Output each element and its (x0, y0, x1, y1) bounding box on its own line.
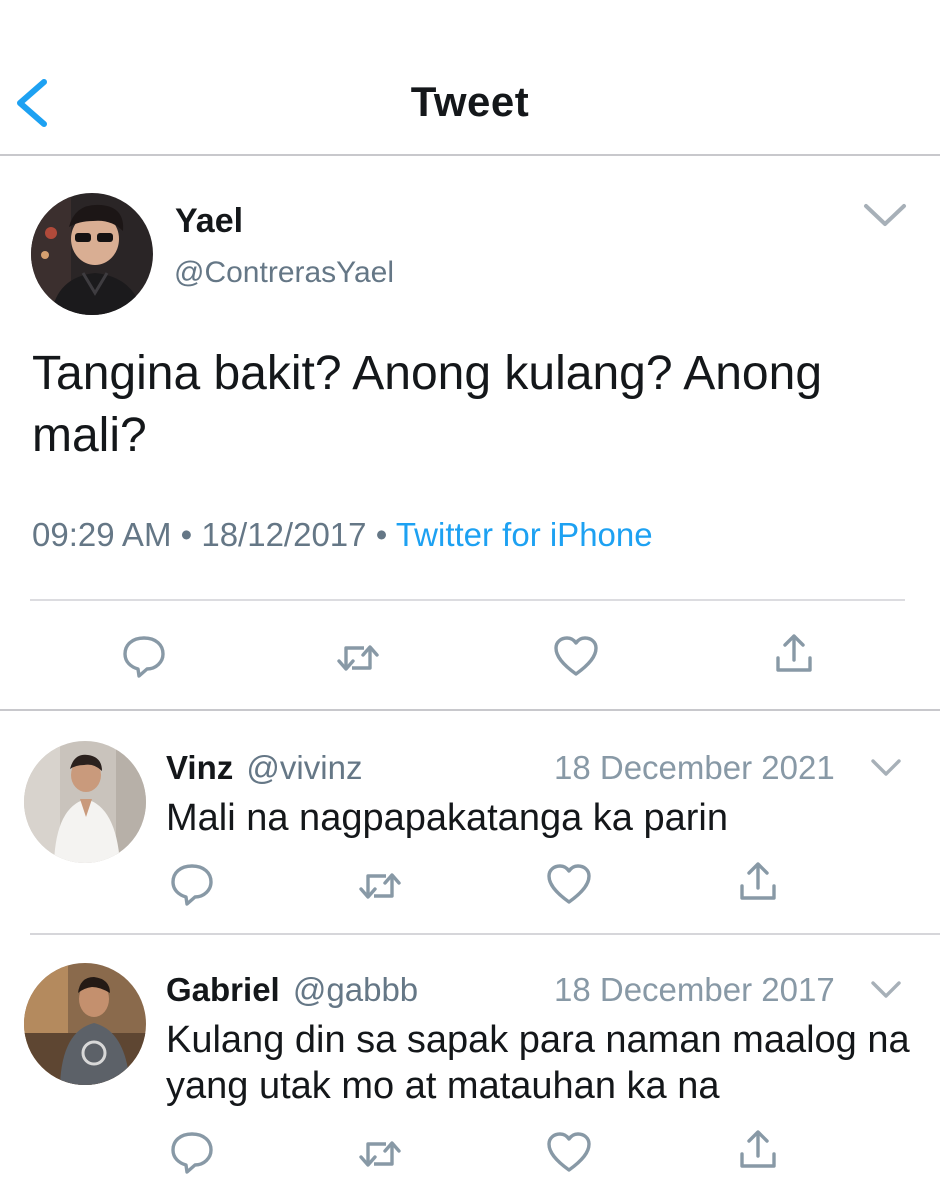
like-icon (554, 636, 598, 676)
avatar[interactable] (24, 741, 146, 863)
avatar-photo (24, 963, 146, 1085)
like-button[interactable] (552, 634, 600, 678)
tweet-meta: 09:29 AM • 18/12/2017 • Twitter for iPho… (32, 516, 653, 554)
reply-button[interactable] (168, 862, 216, 906)
like-icon (547, 864, 591, 904)
share-button[interactable] (734, 860, 782, 904)
reply-icon (123, 636, 165, 678)
reply-text: Kulang din sa sapak para naman maalog na… (166, 1019, 910, 1107)
tweet-date: 18/12/2017 (201, 516, 367, 553)
reply-author-name[interactable]: Vinz (166, 749, 233, 786)
top-navigation-bar: Tweet (0, 0, 940, 156)
tweet-options-button[interactable] (862, 200, 908, 230)
reply-tweet[interactable]: Gabriel @gabbb 18 December 2017 Kulang d… (0, 935, 940, 1200)
reply-button[interactable] (168, 1130, 216, 1174)
reply-author-handle[interactable]: @gabbb (293, 971, 418, 1008)
retweet-icon (359, 873, 401, 899)
reply-author-handle[interactable]: @vivinz (246, 749, 362, 786)
retweet-button[interactable] (356, 1132, 404, 1176)
like-button[interactable] (545, 862, 593, 906)
reply-icon (171, 864, 213, 906)
reply-author-name[interactable]: Gabriel (166, 971, 280, 1008)
meta-separator: • (375, 516, 388, 553)
reply-options-button[interactable] (870, 757, 902, 779)
chevron-down-icon (871, 759, 901, 776)
reply-date: 18 December 2021 (554, 749, 835, 786)
reply-options-button[interactable] (870, 979, 902, 1001)
retweet-icon (359, 1141, 401, 1167)
like-button[interactable] (545, 1130, 593, 1174)
reply-header: Vinz @vivinz (166, 749, 362, 787)
share-button[interactable] (734, 1128, 782, 1172)
tweet-time: 09:29 AM (32, 516, 172, 553)
like-icon (547, 1132, 591, 1172)
retweet-icon (337, 645, 379, 671)
avatar[interactable] (31, 193, 153, 315)
retweet-button[interactable] (334, 636, 382, 680)
share-button[interactable] (770, 632, 818, 676)
reply-date: 18 December 2017 (554, 971, 835, 1008)
share-icon (776, 634, 812, 672)
page-title: Tweet (410, 78, 530, 125)
meta-separator: • (180, 516, 193, 553)
author-name[interactable]: Yael (175, 202, 243, 241)
tweet-source-link[interactable]: Twitter for iPhone (396, 516, 653, 553)
chevron-down-icon (864, 204, 906, 226)
reply-button[interactable] (120, 634, 168, 678)
share-icon (740, 862, 776, 900)
share-icon (740, 1130, 776, 1168)
avatar-photo (24, 741, 146, 863)
tweet-text: Tangina bakit? Anong kulang? Anong mali? (32, 347, 823, 462)
avatar[interactable] (24, 963, 146, 1085)
main-tweet: Yael @ContrerasYael Tangina bakit? Anong… (0, 158, 940, 711)
chevron-down-icon (871, 981, 901, 998)
reply-icon (171, 1132, 213, 1174)
avatar-photo (31, 193, 153, 315)
author-handle[interactable]: @ContrerasYael (174, 256, 394, 290)
reply-tweet[interactable]: Vinz @vivinz 18 December 2021 Mali na na… (0, 713, 940, 935)
reply-header: Gabriel @gabbb (166, 971, 418, 1009)
retweet-button[interactable] (356, 864, 404, 908)
reply-text: Mali na nagpapakatanga ka parin (166, 797, 728, 839)
divider (30, 599, 905, 601)
